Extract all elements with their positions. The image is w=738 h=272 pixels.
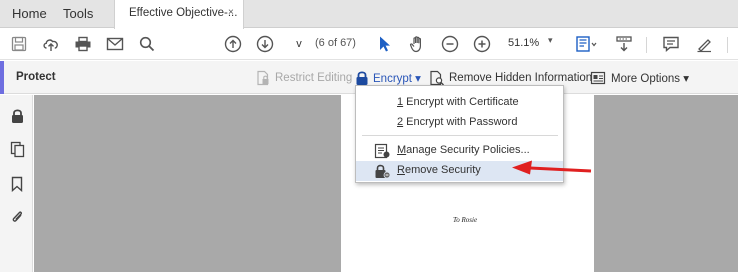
document-lock-icon: [255, 70, 271, 86]
protect-title: Protect: [16, 71, 56, 83]
document-search-icon: [429, 70, 445, 86]
remove-hidden-information-label: Remove Hidden Information: [449, 72, 593, 84]
more-options-label: More Options ▾: [611, 73, 689, 85]
more-options-icon: [590, 70, 607, 86]
menu-item-label: Encrypt with Certificate: [403, 96, 519, 108]
tab-document-title: Effective Objective-...: [129, 7, 238, 19]
tab-document[interactable]: Effective Objective-... ×: [114, 0, 244, 29]
tab-home[interactable]: Home: [12, 6, 47, 21]
security-lock-icon[interactable]: [9, 107, 25, 125]
page-fit-icon[interactable]: [574, 32, 598, 56]
save-icon[interactable]: [7, 32, 31, 56]
page-count: (6 of 67): [315, 37, 356, 49]
protect-accent-strip: [0, 61, 4, 94]
restrict-editing-button[interactable]: Restrict Editing: [255, 70, 352, 86]
pages-thumbnails-icon[interactable]: [9, 140, 25, 158]
page-dedication-text: To Rosie: [453, 216, 478, 224]
select-cursor-icon[interactable]: [373, 32, 397, 56]
attachment-icon[interactable]: [9, 207, 25, 225]
main-toolbar: v (6 of 67) 51.1% ▾: [0, 29, 738, 60]
upload-cloud-icon[interactable]: [39, 32, 63, 56]
email-icon[interactable]: [103, 32, 127, 56]
hand-tool-icon[interactable]: [406, 32, 430, 56]
menu-item-encrypt-with-password[interactable]: 2 Encrypt with Password: [356, 113, 563, 133]
comment-icon[interactable]: [659, 32, 683, 56]
tab-tools[interactable]: Tools: [63, 6, 93, 21]
menu-divider: [362, 135, 558, 136]
toolbar-divider: [646, 37, 647, 53]
menu-item-encrypt-with-certificate[interactable]: 1 Encrypt with Certificate: [356, 93, 563, 113]
tab-bar: Home Tools Effective Objective-... ×: [0, 0, 738, 29]
restrict-editing-label: Restrict Editing: [275, 72, 353, 84]
more-options-button[interactable]: More Options ▾: [590, 70, 689, 86]
menu-item-accelerator: R: [397, 164, 405, 176]
menu-item-label: Encrypt with Password: [403, 116, 518, 128]
close-icon[interactable]: ×: [228, 7, 234, 18]
zoom-in-icon[interactable]: [470, 32, 494, 56]
remove-hidden-information-button[interactable]: Remove Hidden Information: [429, 70, 592, 86]
previous-page-icon[interactable]: [221, 32, 245, 56]
encrypt-button[interactable]: Encrypt ▾: [355, 70, 421, 86]
menu-item-label: emove Security: [404, 164, 481, 176]
left-navigation-rail: [0, 95, 33, 272]
menu-item-accelerator: M: [397, 144, 407, 156]
search-icon[interactable]: [135, 32, 159, 56]
zoom-out-icon[interactable]: [438, 32, 462, 56]
lock-icon: [355, 70, 369, 86]
next-page-icon[interactable]: [253, 32, 277, 56]
encrypt-label: Encrypt ▾: [373, 73, 421, 85]
remove-security-lock-icon: [374, 163, 391, 182]
red-pointer-arrow-icon: [512, 160, 592, 175]
scroll-mode-icon[interactable]: [612, 32, 636, 56]
toolbar-divider: [727, 37, 728, 53]
bookmark-icon[interactable]: [9, 175, 25, 193]
page-number-input[interactable]: v: [289, 35, 309, 53]
zoom-dropdown-icon[interactable]: ▾: [548, 35, 553, 46]
zoom-level[interactable]: 51.1%: [508, 37, 539, 49]
highlight-pen-icon[interactable]: [692, 32, 716, 56]
print-icon[interactable]: [71, 32, 95, 56]
security-policies-icon: [374, 143, 391, 162]
